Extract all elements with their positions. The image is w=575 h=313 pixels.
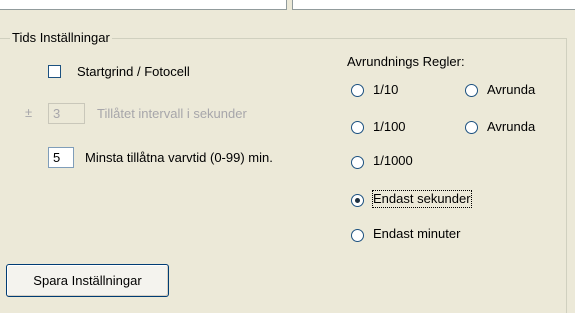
radio-seconds-only[interactable] [351, 194, 364, 207]
radio-round-2-label[interactable]: Avrunda [487, 119, 535, 135]
radio-round-1[interactable] [465, 84, 478, 97]
start-gate-label[interactable]: Startgrind / Fotocell [77, 64, 190, 80]
radio-seconds-only-label[interactable]: Endast sekunder [372, 190, 472, 208]
radio-tenth-label[interactable]: 1/10 [373, 82, 398, 98]
groupbox-title: Tids Inställningar [10, 30, 112, 46]
tab-strip [0, 0, 575, 11]
tab-left[interactable] [0, 0, 287, 10]
radio-hundredth[interactable] [351, 121, 364, 134]
radio-round-1-label[interactable]: Avrunda [487, 82, 535, 98]
radio-tenth[interactable] [351, 84, 364, 97]
radio-round-2[interactable] [465, 121, 478, 134]
min-lap-input[interactable]: 5 [48, 147, 74, 168]
tab-right[interactable] [292, 0, 575, 10]
start-gate-checkbox[interactable] [48, 65, 61, 78]
interval-input[interactable]: 3 [48, 103, 85, 124]
save-settings-button[interactable]: Spara Inställningar [6, 264, 169, 297]
min-lap-label: Minsta tillåtna varvtid (0-99) min. [85, 150, 273, 165]
radio-thousandth[interactable] [351, 156, 364, 169]
radio-minutes-only-label[interactable]: Endast minuter [373, 226, 460, 242]
radio-thousandth-label[interactable]: 1/1000 [373, 153, 413, 169]
radio-minutes-only[interactable] [351, 229, 364, 242]
groupbox-border-right [566, 38, 567, 313]
rounding-title: Avrundnings Regler: [347, 54, 465, 69]
plus-minus-sign: ± [25, 105, 33, 120]
interval-label: Tillåtet intervall i sekunder [97, 106, 247, 121]
radio-hundredth-label[interactable]: 1/100 [373, 119, 406, 135]
